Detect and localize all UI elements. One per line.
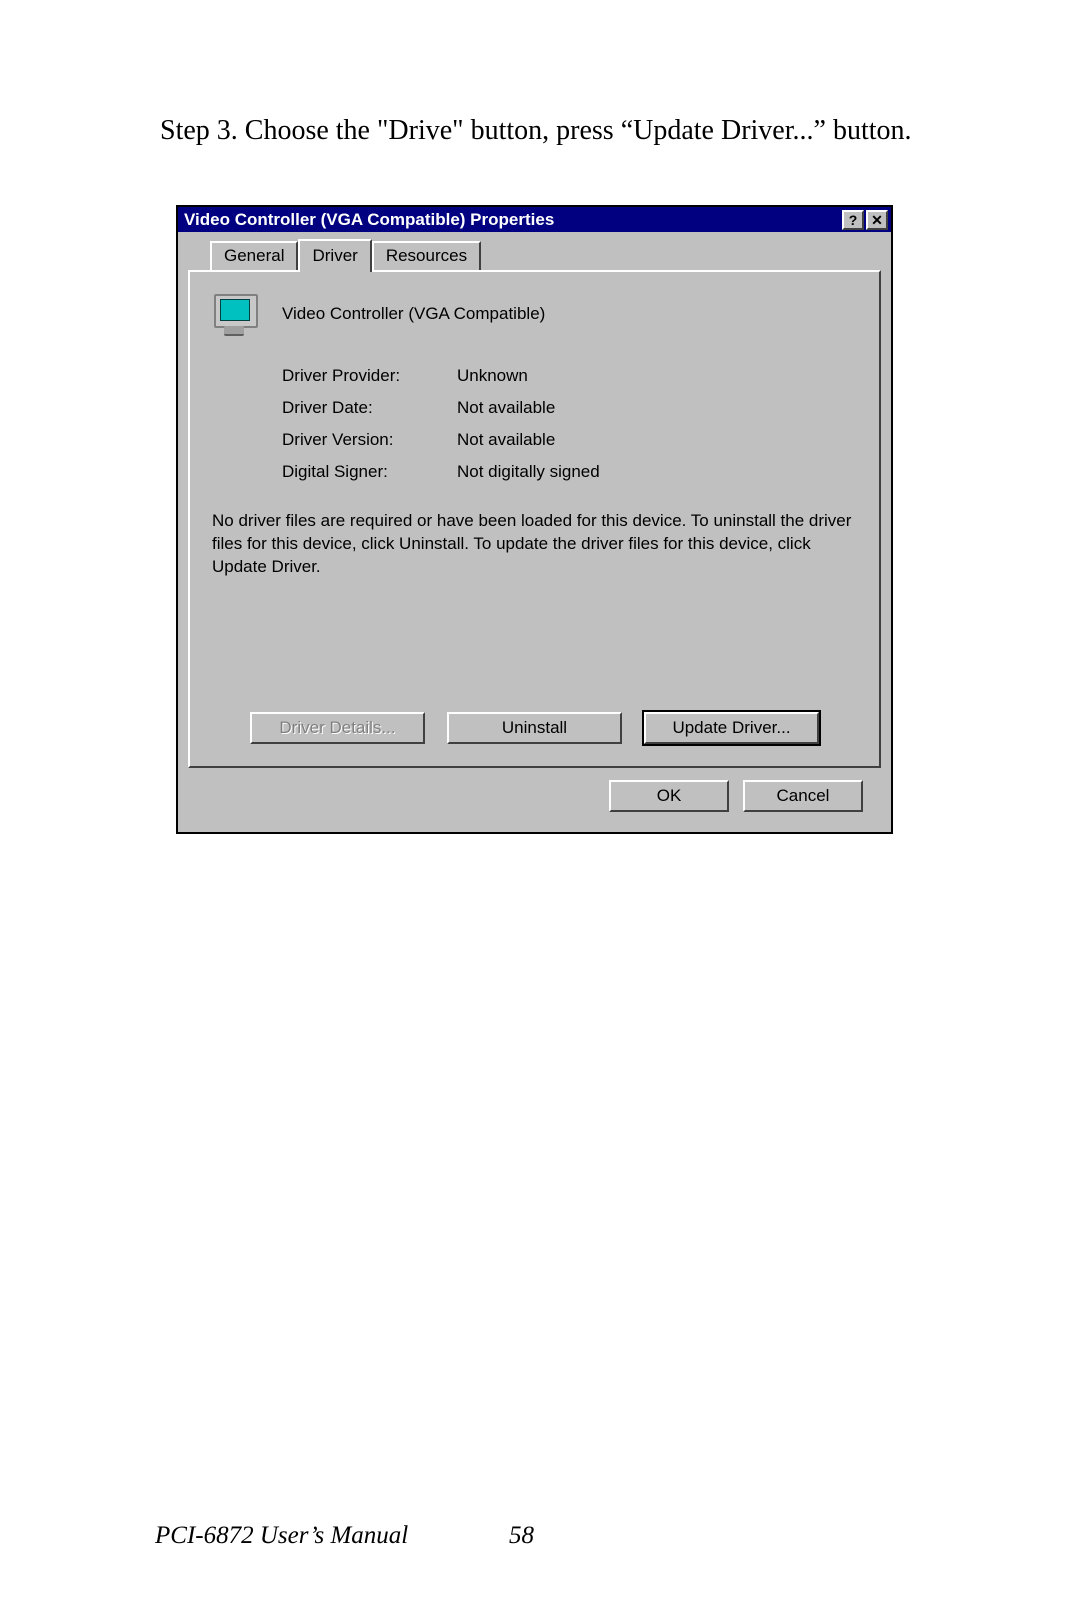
- dialog-body: General Driver Resources Video Controlle…: [178, 232, 891, 832]
- tab-resources[interactable]: Resources: [372, 241, 481, 270]
- tab-driver[interactable]: Driver: [298, 239, 371, 272]
- driver-action-buttons: Driver Details... Uninstall Update Drive…: [190, 712, 879, 744]
- properties-dialog: Video Controller (VGA Compatible) Proper…: [176, 205, 893, 834]
- info-row: Digital Signer: Not digitally signed: [282, 462, 857, 482]
- help-button[interactable]: ?: [842, 210, 864, 230]
- dialog-footer-buttons: OK Cancel: [188, 768, 881, 818]
- page-number: 58: [509, 1522, 534, 1550]
- titlebar: Video Controller (VGA Compatible) Proper…: [178, 207, 891, 232]
- info-row: Driver Version: Not available: [282, 430, 857, 450]
- info-row: Driver Date: Not available: [282, 398, 857, 418]
- info-row: Driver Provider: Unknown: [282, 366, 857, 386]
- uninstall-button[interactable]: Uninstall: [447, 712, 622, 744]
- titlebar-buttons: ? ✕: [842, 210, 891, 230]
- ok-button[interactable]: OK: [609, 780, 729, 812]
- monitor-icon: [212, 292, 258, 336]
- driver-details-button: Driver Details...: [250, 712, 425, 744]
- manual-title: PCI-6872 User’s Manual: [155, 1522, 408, 1550]
- device-header: Video Controller (VGA Compatible): [212, 292, 857, 336]
- cancel-button[interactable]: Cancel: [743, 780, 863, 812]
- driver-date-label: Driver Date:: [282, 398, 457, 418]
- driver-tab-panel: Video Controller (VGA Compatible) Driver…: [188, 270, 881, 768]
- driver-provider-label: Driver Provider:: [282, 366, 457, 386]
- driver-version-value: Not available: [457, 430, 555, 450]
- digital-signer-label: Digital Signer:: [282, 462, 457, 482]
- update-driver-button[interactable]: Update Driver...: [644, 712, 819, 744]
- driver-version-label: Driver Version:: [282, 430, 457, 450]
- page-footer: PCI-6872 User’s Manual 58: [155, 1522, 925, 1550]
- device-name: Video Controller (VGA Compatible): [282, 304, 545, 324]
- tabs: General Driver Resources: [210, 242, 881, 270]
- step-instruction: Step 3. Choose the "Drive" button, press…: [160, 115, 912, 147]
- driver-date-value: Not available: [457, 398, 555, 418]
- close-button[interactable]: ✕: [866, 210, 888, 230]
- driver-info: Driver Provider: Unknown Driver Date: No…: [282, 366, 857, 482]
- titlebar-text: Video Controller (VGA Compatible) Proper…: [184, 210, 842, 230]
- driver-description: No driver files are required or have bee…: [212, 510, 852, 579]
- digital-signer-value: Not digitally signed: [457, 462, 600, 482]
- driver-provider-value: Unknown: [457, 366, 528, 386]
- tab-general[interactable]: General: [210, 241, 298, 270]
